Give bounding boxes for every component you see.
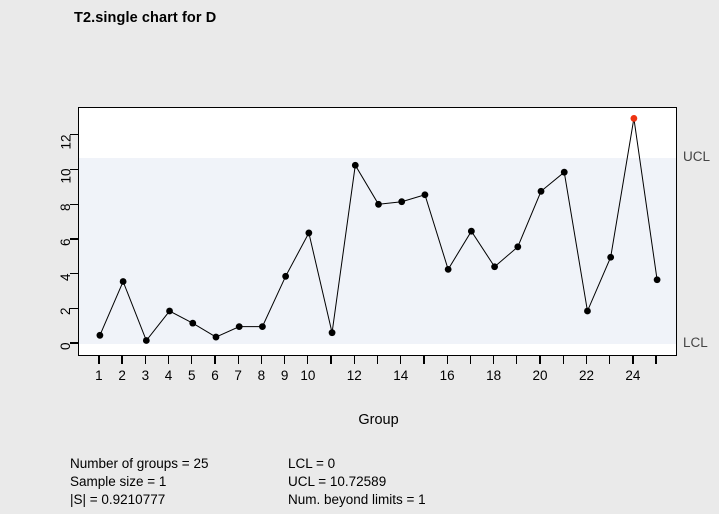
- data-point[interactable]: [421, 191, 429, 199]
- data-point[interactable]: [305, 229, 313, 237]
- x-axis-ticks: 1 2 3 4 5 6 7 8 9 10 12 14 16 18 20 22 24: [0, 356, 719, 416]
- data-point[interactable]: [653, 276, 661, 284]
- y-tick-label: 2: [58, 307, 74, 316]
- x-tick-mark: [492, 356, 495, 364]
- statistic-line: Num. beyond limits = 1: [288, 492, 426, 507]
- statistic-line: Number of groups = 25: [70, 456, 209, 471]
- x-tick-mark: [353, 356, 355, 364]
- statistics-column-left: Number of groups = 25 Sample size = 1 |S| …: [70, 455, 208, 509]
- x-tick-mark: [516, 356, 518, 364]
- data-point-violation[interactable]: [630, 115, 638, 122]
- data-point[interactable]: [235, 323, 243, 331]
- x-tick-label: 18: [486, 368, 502, 383]
- x-tick-label: 6: [211, 368, 219, 383]
- y-tick-label: 0: [58, 342, 74, 350]
- x-tick-mark: [469, 356, 471, 364]
- data-point[interactable]: [119, 278, 127, 285]
- x-tick-label: 14: [393, 368, 409, 383]
- statistics-column-right: LCL = 0 UCL = 10.72589 Num. beyond limits …: [288, 455, 426, 509]
- y-tick-label: 8: [58, 203, 74, 212]
- x-tick-label: 5: [187, 368, 196, 383]
- y-tick-label: 6: [58, 238, 74, 246]
- series-line: [99, 118, 658, 342]
- y-tick-label: 12: [58, 134, 74, 150]
- x-tick-mark: [260, 356, 263, 364]
- data-point[interactable]: [398, 198, 406, 206]
- x-tick-label: 7: [234, 368, 242, 383]
- statistic-line: LCL = 0: [288, 456, 336, 471]
- data-point[interactable]: [328, 329, 336, 337]
- x-tick-mark: [585, 356, 588, 364]
- x-tick-label: 20: [532, 368, 548, 383]
- data-point[interactable]: [560, 168, 568, 176]
- x-tick-mark: [562, 356, 564, 364]
- data-point[interactable]: [607, 253, 615, 261]
- x-tick-mark: [446, 356, 448, 364]
- x-tick-label: 4: [164, 368, 173, 383]
- x-tick-mark: [423, 356, 425, 364]
- data-point[interactable]: [166, 307, 173, 315]
- y-tick-label: 4: [58, 273, 74, 281]
- plot-area: [78, 107, 677, 356]
- x-tick-label: 9: [280, 368, 289, 383]
- x-tick-label: 12: [346, 368, 362, 383]
- x-tick-mark: [655, 356, 657, 364]
- y-tick-label: 10: [58, 168, 74, 184]
- x-axis-title: Group: [358, 412, 399, 428]
- x-tick-mark: [400, 356, 402, 364]
- x-tick-mark: [330, 356, 332, 364]
- ucl-label: UCL: [683, 148, 711, 164]
- data-point[interactable]: [537, 187, 545, 195]
- statistic-line: |S| = 0.9210777: [70, 492, 166, 507]
- data-point[interactable]: [282, 272, 290, 280]
- x-tick-mark: [214, 356, 216, 364]
- x-tick-label: 3: [141, 368, 150, 383]
- x-tick-mark: [632, 356, 634, 364]
- data-point[interactable]: [584, 307, 591, 315]
- data-point[interactable]: [514, 243, 522, 251]
- x-tick-mark: [121, 356, 123, 364]
- x-tick-mark: [307, 356, 309, 364]
- y-axis-ticks: 0 2 4 6 8 10 12: [40, 0, 78, 514]
- data-point[interactable]: [142, 337, 150, 344]
- series-canvas: [96, 115, 661, 344]
- statistic-line: Sample size = 1: [70, 474, 167, 489]
- x-tick-mark: [237, 356, 239, 364]
- lcl-label: LCL: [683, 334, 708, 350]
- x-tick-label: 2: [118, 368, 126, 383]
- x-tick-label: 22: [578, 368, 594, 383]
- x-tick-mark: [144, 356, 146, 364]
- x-tick-label: 10: [300, 368, 316, 383]
- x-tick-mark: [167, 356, 170, 364]
- x-axis-title-container: Group: [0, 412, 719, 428]
- data-point[interactable]: [467, 227, 475, 235]
- x-tick-label: 8: [257, 368, 266, 383]
- data-point[interactable]: [351, 161, 359, 169]
- x-tick-mark: [539, 356, 541, 364]
- x-tick-mark: [376, 356, 379, 364]
- data-point[interactable]: [212, 333, 220, 341]
- data-point[interactable]: [259, 323, 266, 331]
- plot-frame: [78, 107, 677, 356]
- x-tick-label: 1: [95, 368, 103, 383]
- y-axis-title-container: Group summary statistics: [12, 107, 94, 356]
- statistic-line: UCL = 10.72589: [288, 474, 387, 489]
- data-point[interactable]: [189, 319, 197, 327]
- x-tick-mark: [98, 356, 100, 364]
- x-tick-label: 24: [625, 368, 641, 383]
- x-tick-mark: [283, 356, 286, 364]
- x-tick-mark: [609, 356, 611, 364]
- data-point[interactable]: [491, 263, 498, 271]
- data-point[interactable]: [375, 200, 382, 208]
- x-tick-mark: [191, 356, 193, 364]
- page-title: T2.single chart for D: [74, 10, 217, 26]
- x-tick-label: 16: [439, 368, 455, 383]
- data-point[interactable]: [96, 331, 104, 339]
- data-point[interactable]: [444, 265, 452, 273]
